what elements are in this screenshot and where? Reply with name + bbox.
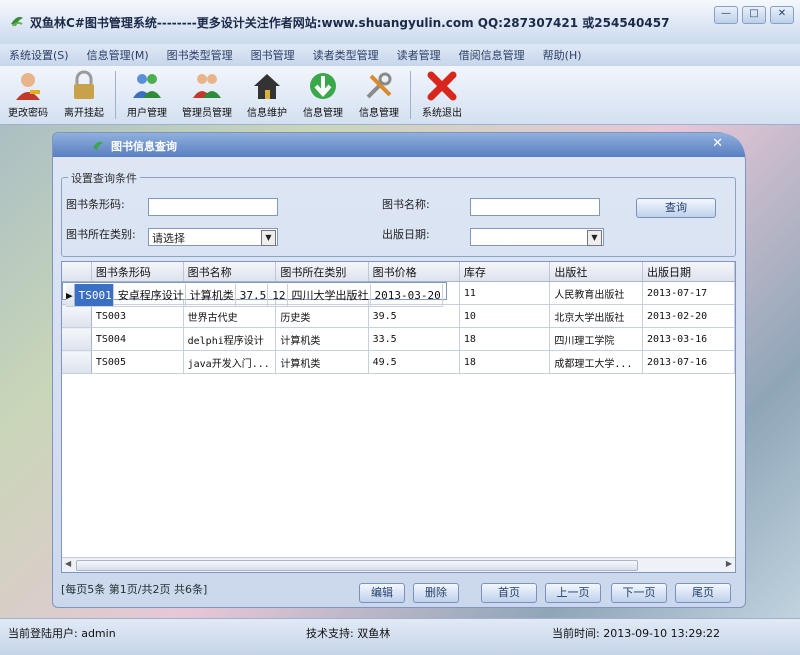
book-query-window: 图书信息查询 ✕ 设置查询条件 图书条形码: 图书名称: 查询 图书所在类别: …	[52, 132, 746, 608]
child-window-title: 图书信息查询	[111, 140, 177, 153]
menu-book-type-management[interactable]: 图书类型管理	[158, 47, 242, 63]
publish-date-picker[interactable]: ▼	[470, 228, 604, 246]
edit-button[interactable]: 编辑	[359, 583, 405, 603]
child-window-caption: 图书信息查询 ✕	[53, 133, 745, 157]
info-management-button-1[interactable]: 信息管理	[295, 66, 351, 124]
query-button[interactable]: 查询	[636, 198, 716, 218]
tools-icon	[366, 72, 392, 99]
download-arrow-icon	[310, 73, 336, 99]
users-icon	[133, 74, 161, 98]
grid-header-row: 图书条形码 图书名称 图书所在类别 图书价格 库存 出版社 出版日期	[62, 262, 735, 282]
menu-borrow-management[interactable]: 借阅信息管理	[450, 47, 534, 63]
user-management-button[interactable]: 用户管理	[119, 66, 175, 124]
window-title: 双鱼林C#图书管理系统--------更多设计关注作者网站:www.shuang…	[30, 16, 670, 30]
user-key-icon	[16, 73, 40, 100]
window-logo-icon	[93, 141, 103, 150]
toolbar: 更改密码 离开挂起 用户管理 管理员管理 信息维护 信息管理 信息管理 系统退出	[0, 66, 800, 125]
book-name-label: 图书名称:	[382, 198, 430, 211]
table-row[interactable]: ▶ TS001 安卓程序设计 计算机类 37.5 12 四川大学出版社 2013…	[62, 282, 447, 307]
col-barcode[interactable]: 图书条形码	[91, 262, 184, 282]
app-logo-icon	[11, 16, 23, 27]
title-bar: 双鱼林C#图书管理系统--------更多设计关注作者网站:www.shuang…	[0, 0, 800, 45]
scroll-thumb[interactable]	[76, 560, 638, 571]
status-current-time: 当前时间: 2013-09-10 13:29:22	[552, 627, 721, 640]
table-row[interactable]: TS004 delphi程序设计 计算机类 33.5 18 四川理工学院 201…	[62, 327, 735, 351]
first-page-button[interactable]: 首页	[481, 583, 537, 603]
group-legend: 设置查询条件	[68, 170, 140, 186]
exit-x-icon	[427, 71, 457, 101]
row-header-corner	[62, 262, 92, 282]
menu-bar: 系统设置(S) 信息管理(M) 图书类型管理 图书管理 读者类型管理 读者管理 …	[0, 44, 800, 67]
change-password-button[interactable]: 更改密码	[0, 66, 56, 124]
book-data-grid: 图书条形码 图书名称 图书所在类别 图书价格 库存 出版社 出版日期 ▶ TS0…	[61, 261, 736, 573]
info-management-button-2[interactable]: 信息管理	[351, 66, 407, 124]
menu-system-settings[interactable]: 系统设置(S)	[0, 47, 78, 63]
chevron-down-icon[interactable]: ▼	[261, 230, 276, 246]
close-button[interactable]: ✕	[770, 6, 794, 24]
menu-book-management[interactable]: 图书管理	[242, 47, 304, 63]
admins-icon	[193, 74, 221, 98]
status-bar: 当前登陆用户: admin 技术支持: 双鱼林 当前时间: 2013-09-10…	[0, 618, 800, 655]
info-maintenance-button[interactable]: 信息维护	[239, 66, 295, 124]
publish-date-label: 出版日期:	[382, 228, 430, 241]
status-current-user: 当前登陆用户: admin	[8, 627, 116, 640]
col-publish-date[interactable]: 出版日期	[642, 262, 735, 282]
chevron-down-icon[interactable]: ▼	[587, 230, 602, 246]
admin-management-button[interactable]: 管理员管理	[175, 66, 239, 124]
scroll-right-icon[interactable]: ▶	[726, 559, 732, 568]
col-name[interactable]: 图书名称	[183, 262, 277, 282]
delete-button[interactable]: 删除	[413, 583, 459, 603]
query-conditions-group: 设置查询条件 图书条形码: 图书名称: 查询 图书所在类别: 请选择 ▼ 出版日…	[61, 170, 736, 257]
category-label: 图书所在类别:	[66, 228, 136, 241]
lock-icon	[74, 70, 94, 99]
maximize-button[interactable]: □	[742, 6, 766, 24]
menu-help[interactable]: 帮助(H)	[534, 47, 591, 63]
child-close-icon[interactable]: ✕	[712, 136, 723, 151]
menu-reader-type-management[interactable]: 读者类型管理	[304, 47, 388, 63]
col-publisher[interactable]: 出版社	[549, 262, 643, 282]
minimize-button[interactable]: —	[714, 6, 738, 24]
horizontal-scrollbar[interactable]: ◀ ▶	[62, 557, 735, 572]
home-icon	[254, 74, 280, 99]
menu-reader-management[interactable]: 读者管理	[388, 47, 450, 63]
last-page-button[interactable]: 尾页	[675, 583, 731, 603]
col-stock[interactable]: 库存	[459, 262, 551, 282]
scroll-left-icon[interactable]: ◀	[65, 559, 71, 568]
barcode-input[interactable]	[148, 198, 278, 216]
lock-suspend-button[interactable]: 离开挂起	[56, 66, 112, 124]
system-exit-button[interactable]: 系统退出	[414, 66, 470, 124]
prev-page-button[interactable]: 上一页	[545, 583, 601, 603]
row-indicator-icon: ▶	[66, 284, 75, 307]
col-price[interactable]: 图书价格	[368, 262, 460, 282]
col-category[interactable]: 图书所在类别	[275, 262, 369, 282]
next-page-button[interactable]: 下一页	[611, 583, 667, 603]
book-name-input[interactable]	[470, 198, 600, 216]
page-info: [每页5条 第1页/共2页 共6条]	[61, 583, 208, 596]
table-row[interactable]: TS005 java开发入门... 计算机类 49.5 18 成都理工大学...…	[62, 350, 735, 374]
barcode-label: 图书条形码:	[66, 198, 125, 211]
status-tech-support: 技术支持: 双鱼林	[306, 627, 391, 640]
menu-info-management[interactable]: 信息管理(M)	[78, 47, 158, 63]
category-select[interactable]: 请选择 ▼	[148, 228, 278, 246]
table-row[interactable]: TS003 世界古代史 历史类 39.5 10 北京大学出版社 2013-02-…	[62, 304, 735, 328]
